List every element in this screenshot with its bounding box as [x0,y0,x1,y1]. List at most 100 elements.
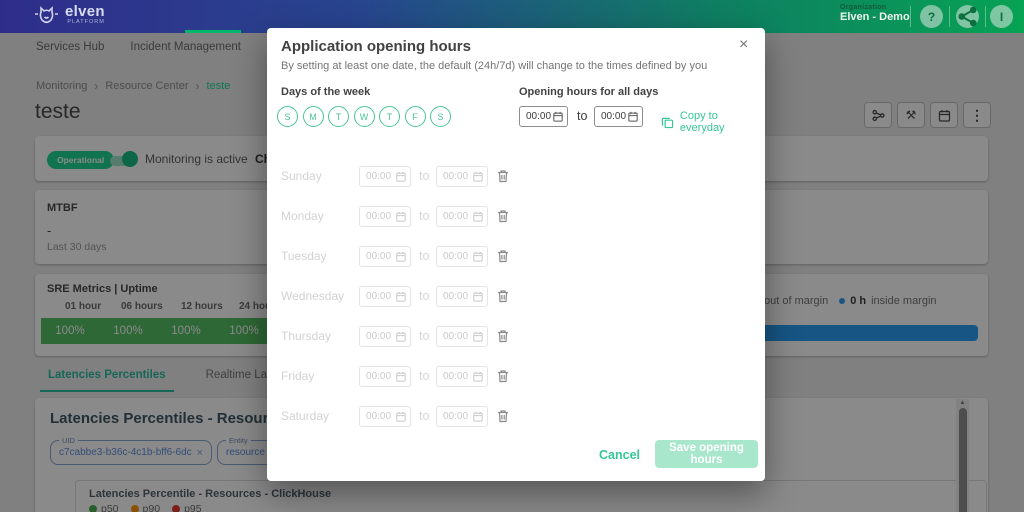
screen: Services Hub Incident Management Monitor… [0,0,1024,512]
delete-day-button[interactable] [497,249,509,268]
trash-icon [497,249,509,263]
time-value: 00:00 [443,371,468,382]
time-value: 00:00 [366,371,391,382]
delete-day-button[interactable] [497,369,509,388]
delete-day-button[interactable] [497,209,509,228]
delete-day-button[interactable] [497,409,509,428]
trash-icon [497,369,509,383]
header-divider [910,6,911,27]
time-value: 00:00 [366,411,391,422]
to-label: to [419,249,429,263]
calendar-icon [396,371,406,382]
trash-icon [497,289,509,303]
day-name-label: Thursday [281,329,331,343]
time-value: 00:00 [366,291,391,302]
day-name-label: Friday [281,369,314,383]
day-start-input[interactable]: 00:00 [359,206,411,227]
day-end-input[interactable]: 00:00 [436,366,488,387]
calendar-icon [473,171,483,182]
opening-hours-modal: Application opening hours × By setting a… [267,28,765,481]
calendar-icon [396,211,406,222]
header-divider [985,6,986,27]
day-schedule-row: Friday 00:00 to 00:00 [267,366,765,387]
time-value: 00:00 [601,111,626,122]
day-schedule-row: Saturday 00:00 to 00:00 [267,406,765,427]
calendar-icon [473,291,483,302]
day-end-input[interactable]: 00:00 [436,286,488,307]
modal-subtitle: By setting at least one date, the defaul… [281,60,707,72]
calendar-icon [473,331,483,342]
day-schedule-row: Wednesday 00:00 to 00:00 [267,286,765,307]
day-button-friday[interactable]: F [405,106,426,127]
copy-to-everyday-link[interactable]: Copy to everyday [661,110,765,134]
time-value: 00:00 [366,211,391,222]
time-value: 00:00 [526,111,551,122]
day-start-input[interactable]: 00:00 [359,246,411,267]
day-name-label: Saturday [281,409,329,423]
day-start-input[interactable]: 00:00 [359,326,411,347]
share-nodes-button[interactable] [956,5,979,28]
day-name-label: Tuesday [281,249,327,263]
time-value: 00:00 [443,411,468,422]
calendar-icon [396,251,406,262]
day-schedule-row: Sunday 00:00 to 00:00 [267,166,765,187]
day-button-wednesday[interactable]: W [354,106,375,127]
close-icon[interactable]: × [739,36,748,54]
day-initials-row: S M T W T F S [277,106,451,127]
day-button-monday[interactable]: M [303,106,324,127]
day-end-input[interactable]: 00:00 [436,246,488,267]
logo-subtext: PLATFORM [67,19,105,25]
day-start-input[interactable]: 00:00 [359,366,411,387]
to-label: to [419,369,429,383]
time-value: 00:00 [443,291,468,302]
day-end-input[interactable]: 00:00 [436,206,488,227]
day-start-input[interactable]: 00:00 [359,406,411,427]
calendar-icon [396,411,406,422]
to-label: to [419,209,429,223]
calendar-icon [473,251,483,262]
to-label: to [577,109,587,123]
trash-icon [497,169,509,183]
day-button-saturday[interactable]: S [430,106,451,127]
all-days-end-input[interactable]: 00:00 [594,106,643,127]
calendar-icon [396,331,406,342]
day-schedule-row: Monday 00:00 to 00:00 [267,206,765,227]
to-label: to [419,289,429,303]
day-end-input[interactable]: 00:00 [436,326,488,347]
trash-icon [497,329,509,343]
day-button-thursday[interactable]: T [379,106,400,127]
profile-button[interactable]: I [990,5,1013,28]
day-start-input[interactable]: 00:00 [359,166,411,187]
calendar-icon [396,171,406,182]
help-icon: ? [928,10,935,24]
delete-day-button[interactable] [497,329,509,348]
cancel-button[interactable]: Cancel [599,448,640,462]
to-label: to [419,409,429,423]
day-start-input[interactable]: 00:00 [359,286,411,307]
organization-value: Elven - Demo [840,11,910,23]
calendar-icon [473,371,483,382]
time-value: 00:00 [366,331,391,342]
header-divider [949,6,950,27]
share-nodes-icon [956,5,979,28]
day-name-label: Sunday [281,169,322,183]
day-end-input[interactable]: 00:00 [436,406,488,427]
help-button[interactable]: ? [920,5,943,28]
save-opening-hours-button[interactable]: Save opening hours [655,440,758,468]
day-button-sunday[interactable]: S [277,106,298,127]
day-name-label: Wednesday [281,289,344,303]
day-end-input[interactable]: 00:00 [436,166,488,187]
calendar-icon [473,411,483,422]
trash-icon [497,409,509,423]
copy-icon [661,116,674,129]
delete-day-button[interactable] [497,289,509,308]
profile-icon: I [1000,10,1003,24]
app-logo[interactable]: elven PLATFORM [34,4,105,26]
all-days-start-input[interactable]: 00:00 [519,106,568,127]
day-button-tuesday[interactable]: T [328,106,349,127]
modal-title: Application opening hours [281,38,471,55]
delete-day-button[interactable] [497,169,509,188]
logo-text: elven [65,5,105,19]
calendar-icon [396,291,406,302]
time-value: 00:00 [443,331,468,342]
